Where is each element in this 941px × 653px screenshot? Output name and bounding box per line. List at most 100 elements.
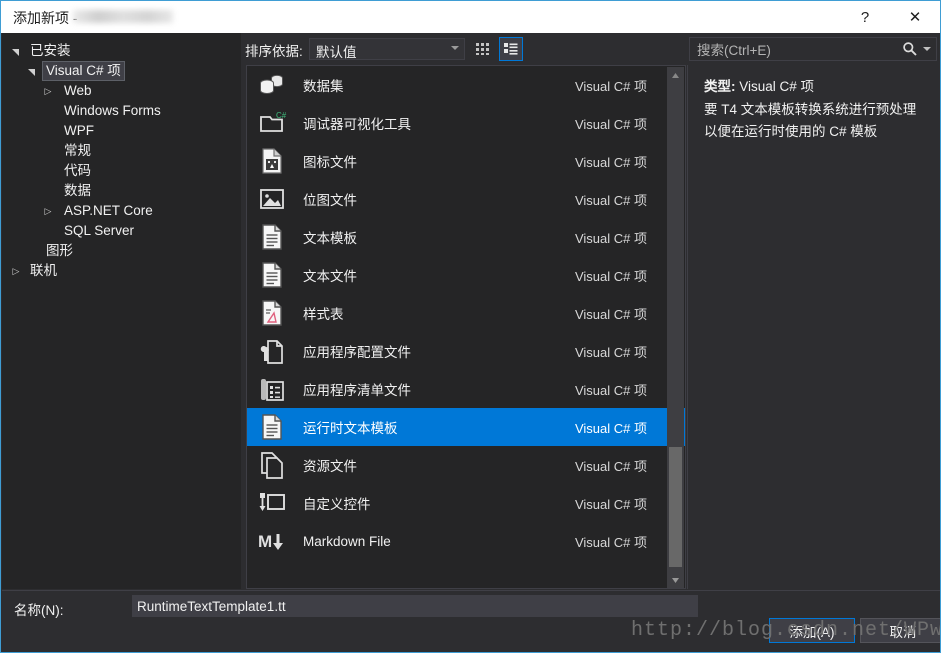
search-box[interactable] [689,37,937,61]
template-name: 调试器可视化工具 [303,113,575,133]
template-row[interactable]: 资源文件Visual C# 项 [247,446,685,484]
tree-node-7[interactable]: 数据 [2,181,241,201]
cancel-button[interactable]: 取消 [860,618,941,643]
close-button[interactable]: ✕ [892,1,938,33]
template-row[interactable]: C# 调试器可视化工具Visual C# 项 [247,104,685,142]
list-view-button[interactable] [499,37,523,61]
help-button[interactable]: ? [842,1,888,33]
template-row[interactable]: M Markdown FileVisual C# 项 [247,522,685,560]
text-file-icon [259,261,285,289]
template-name: 自定义控件 [303,493,575,513]
template-row[interactable]: 运行时文本模板Visual C# 项 [247,408,685,446]
template-row[interactable]: 图标文件Visual C# 项 [247,142,685,180]
template-row[interactable]: 自定义控件Visual C# 项 [247,484,685,522]
template-row[interactable]: 文本文件Visual C# 项 [247,256,685,294]
tree-node-label: 代码 [60,161,95,181]
resource-file-icon [255,450,289,480]
grid-view-button[interactable] [471,37,495,61]
project-name-redacted [73,10,173,23]
debugger-visualizer-icon: C# [257,110,287,136]
add-button[interactable]: 添加(A) [769,618,855,643]
scrollbar-thumb[interactable] [669,447,682,567]
template-type: Visual C# 项 [575,190,647,209]
dataset-icon [257,72,287,98]
sort-dropdown-value: 默认值 [316,41,357,61]
template-row[interactable]: 应用程序配置文件Visual C# 项 [247,332,685,370]
template-name: 资源文件 [303,455,575,475]
template-type: Visual C# 项 [575,418,647,437]
chevron-collapsed-icon[interactable]: ▷ [42,201,54,221]
tree-node-4[interactable]: WPF [2,121,241,141]
debugger-visualizer-icon: C# [255,108,289,138]
markdown-file-icon: M [258,530,286,552]
tree-node-0[interactable]: 已安装 [2,41,241,61]
template-row[interactable]: 位图文件Visual C# 项 [247,180,685,218]
details-description: 要 T4 文本模板转换系统进行预处理以便在运行时使用的 C# 模板 [704,99,922,143]
scroll-down-icon[interactable] [667,572,684,589]
template-type: Visual C# 项 [575,266,647,285]
template-type: Visual C# 项 [575,342,647,361]
template-row[interactable]: 数据集Visual C# 项 [247,66,685,104]
template-name: 样式表 [303,303,575,323]
details-type-row: 类型: Visual C# 项 [704,75,814,95]
template-row[interactable]: 样式表Visual C# 项 [247,294,685,332]
stylesheet-icon [259,299,285,327]
add-new-item-dialog: 添加新项 - ? ✕ 已安装Visual C# 项▷WebWindows For… [0,0,941,653]
chevron-down-icon [451,46,459,50]
tree-node-11[interactable]: ▷联机 [2,261,241,281]
sort-dropdown[interactable]: 默认值 [309,38,465,60]
chevron-collapsed-icon[interactable]: ▷ [42,81,54,101]
tree-node-5[interactable]: 常规 [2,141,241,161]
title-bar: 添加新项 - ? ✕ [1,1,941,33]
search-options-chevron-icon[interactable] [923,47,931,51]
template-type: Visual C# 项 [575,228,647,247]
search-icon[interactable] [902,41,918,57]
template-row[interactable]: 应用程序清单文件Visual C# 项 [247,370,685,408]
search-input[interactable] [695,40,897,60]
template-type: Visual C# 项 [575,76,647,95]
scroll-up-icon[interactable] [667,67,684,84]
tree-node-label: Web [60,81,96,101]
text-template-icon [255,222,289,252]
name-input[interactable] [132,595,698,617]
tree-node-3[interactable]: Windows Forms [2,101,241,121]
tree-node-label: 常规 [60,141,95,161]
template-list-pane: 数据集Visual C# 项 C# 调试器可视化工具Visual C# 项 图标… [246,65,686,589]
grid-icon [475,41,491,57]
chevron-expanded-icon[interactable] [26,61,38,81]
list-toolbar: 排序依据: 默认值 [241,33,686,65]
text-file-icon [255,260,289,290]
sort-label: 排序依据: [245,40,303,60]
custom-control-icon [255,488,289,518]
template-list: 数据集Visual C# 项 C# 调试器可视化工具Visual C# 项 图标… [247,66,685,560]
markdown-file-icon: M [255,526,289,556]
tree-node-label: Windows Forms [60,101,165,121]
tree-node-label: SQL Server [60,221,138,241]
tree-node-label: Visual C# 项 [42,61,125,81]
svg-text:M: M [258,532,272,551]
app-manifest-icon [255,374,289,404]
footer-bar: 名称(N): 添加(A) 取消 [2,590,941,653]
list-scrollbar[interactable] [667,67,684,589]
template-name: 文本文件 [303,265,575,285]
app-config-icon [255,336,289,366]
tree-node-8[interactable]: ▷ASP.NET Core [2,201,241,221]
tree-node-10[interactable]: 图形 [2,241,241,261]
template-row[interactable]: 文本模板Visual C# 项 [247,218,685,256]
tree-node-9[interactable]: SQL Server [2,221,241,241]
runtime-text-template-icon [255,412,289,442]
template-name: 应用程序配置文件 [303,341,575,361]
bitmap-file-icon [255,184,289,214]
tree-node-1[interactable]: Visual C# 项 [2,61,241,81]
template-type: Visual C# 项 [575,456,647,475]
template-name: 应用程序清单文件 [303,379,575,399]
tree-node-label: 数据 [60,181,95,201]
search-toolbar [687,33,941,65]
app-config-icon [258,337,286,365]
tree-node-6[interactable]: 代码 [2,161,241,181]
chevron-expanded-icon[interactable] [10,41,22,61]
tree-node-label: 图形 [42,241,77,261]
tree-node-2[interactable]: ▷ Web [2,81,241,101]
chevron-collapsed-icon[interactable]: ▷ [10,261,22,281]
template-type: Visual C# 项 [575,494,647,513]
